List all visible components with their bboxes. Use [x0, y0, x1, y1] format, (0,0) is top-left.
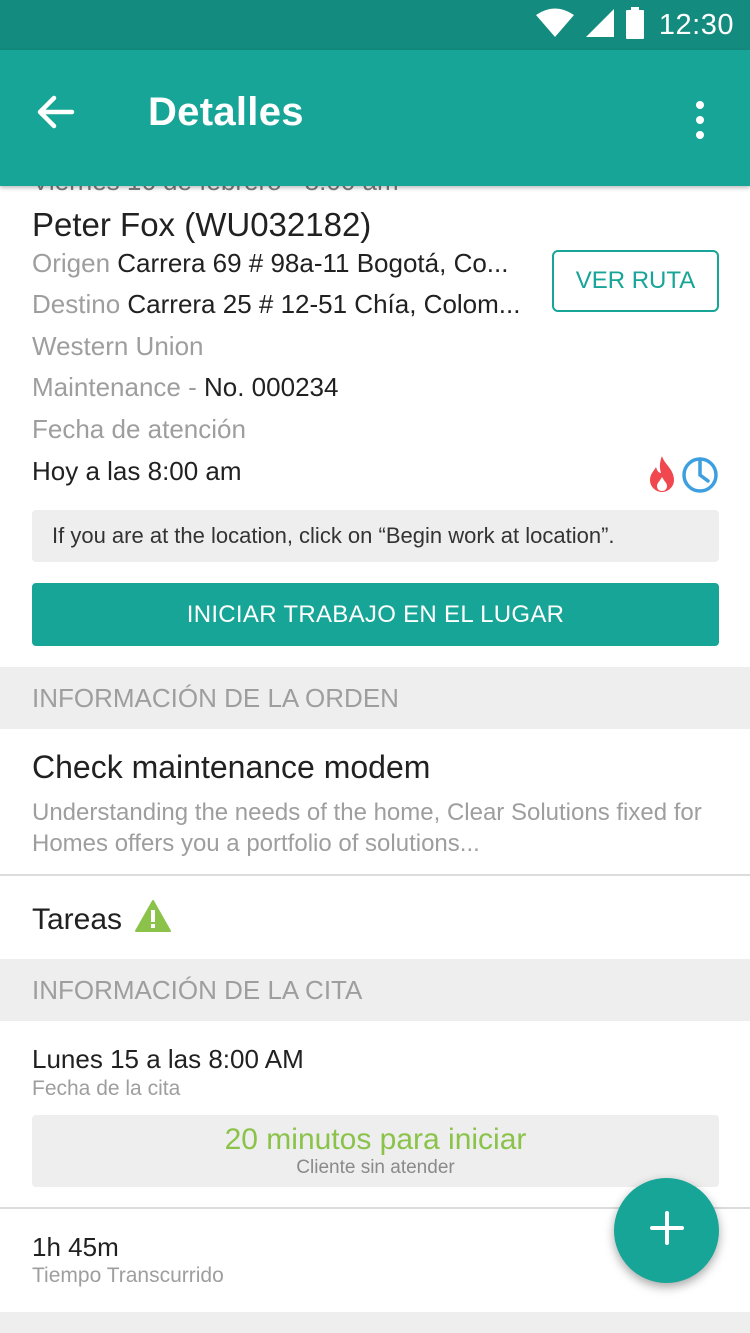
back-button[interactable]: [26, 84, 86, 144]
timer-icon: [680, 454, 720, 499]
next-section-header: [0, 1312, 750, 1333]
attention-label: Fecha de atención: [32, 414, 246, 444]
battery-icon: [625, 6, 645, 44]
origin-label: Origen: [32, 248, 111, 278]
attention-label-row: Fecha de atención: [32, 414, 246, 445]
type-row: Maintenance - No. 000234: [32, 372, 338, 403]
details-scroll-area[interactable]: Viernes 16 de febrero - 8:00 am Peter Fo…: [0, 186, 750, 1333]
client-name: Peter Fox (WU032182): [32, 206, 372, 243]
origin-row: Origen Carrera 69 # 98a-11 Bogotá, Co...: [32, 248, 508, 279]
tasks-label: Tareas: [32, 903, 123, 936]
divider: [0, 874, 750, 876]
status-bar: 12:30: [0, 0, 750, 50]
warning-icon: [134, 899, 172, 941]
destination-value: Carrera 25 # 12-51 Chía, Colom...: [127, 289, 521, 319]
fire-icon: [648, 455, 676, 498]
add-fab-button[interactable]: [614, 1178, 719, 1283]
countdown-status: Cliente sin atender: [296, 1157, 455, 1178]
company-row: Western Union: [32, 331, 204, 362]
countdown-box: 20 minutos para iniciar Cliente sin aten…: [32, 1115, 719, 1187]
app-bar: Detalles: [0, 50, 750, 186]
order-type-label: Maintenance -: [32, 372, 197, 402]
order-status-icons: [648, 454, 720, 499]
status-time: 12:30: [658, 8, 734, 41]
appointment-date: Lunes 15 a las 8:00 AM: [32, 1044, 304, 1074]
order-info-header: INFORMACIÓN DE LA ORDEN: [0, 667, 750, 729]
appointment-info-header: INFORMACIÓN DE LA CITA: [0, 959, 750, 1021]
scheduled-date: Viernes 16 de febrero - 8:00 am: [32, 186, 399, 197]
overflow-menu-button[interactable]: [680, 90, 720, 150]
company-name: Western Union: [32, 331, 204, 361]
appointment-date-label: Fecha de la cita: [32, 1077, 181, 1100]
start-work-button[interactable]: INICIAR TRABAJO EN EL LUGAR: [32, 583, 719, 646]
location-hint: If you are at the location, click on “Be…: [32, 510, 719, 562]
status-icons: 12:30: [535, 6, 734, 44]
elapsed-time-label: Tiempo Transcurrido: [32, 1264, 224, 1287]
order-description: Understanding the needs of the home, Cle…: [32, 799, 702, 857]
view-route-button[interactable]: VER RUTA: [552, 250, 719, 312]
destination-row: Destino Carrera 25 # 12-51 Chía, Colom..…: [32, 289, 520, 320]
tasks-row[interactable]: Tareas: [32, 899, 172, 941]
countdown-text: 20 minutos para iniciar: [224, 1123, 527, 1156]
attention-value-row: Hoy a las 8:00 am: [32, 456, 242, 487]
plus-icon: [649, 1211, 684, 1250]
arrow-left-icon: [36, 94, 76, 135]
elapsed-time: 1h 45m: [32, 1232, 119, 1262]
origin-value: Carrera 69 # 98a-11 Bogotá, Co...: [117, 248, 509, 278]
attention-value: Hoy a las 8:00 am: [32, 456, 242, 486]
order-title: Check maintenance modem: [32, 749, 431, 785]
wifi-icon: [535, 8, 575, 43]
destination-label: Destino: [32, 289, 121, 319]
more-vertical-icon: [696, 101, 704, 109]
order-number: No. 000234: [204, 372, 339, 402]
page-title: Detalles: [148, 90, 304, 134]
cell-signal-icon: [585, 8, 615, 43]
